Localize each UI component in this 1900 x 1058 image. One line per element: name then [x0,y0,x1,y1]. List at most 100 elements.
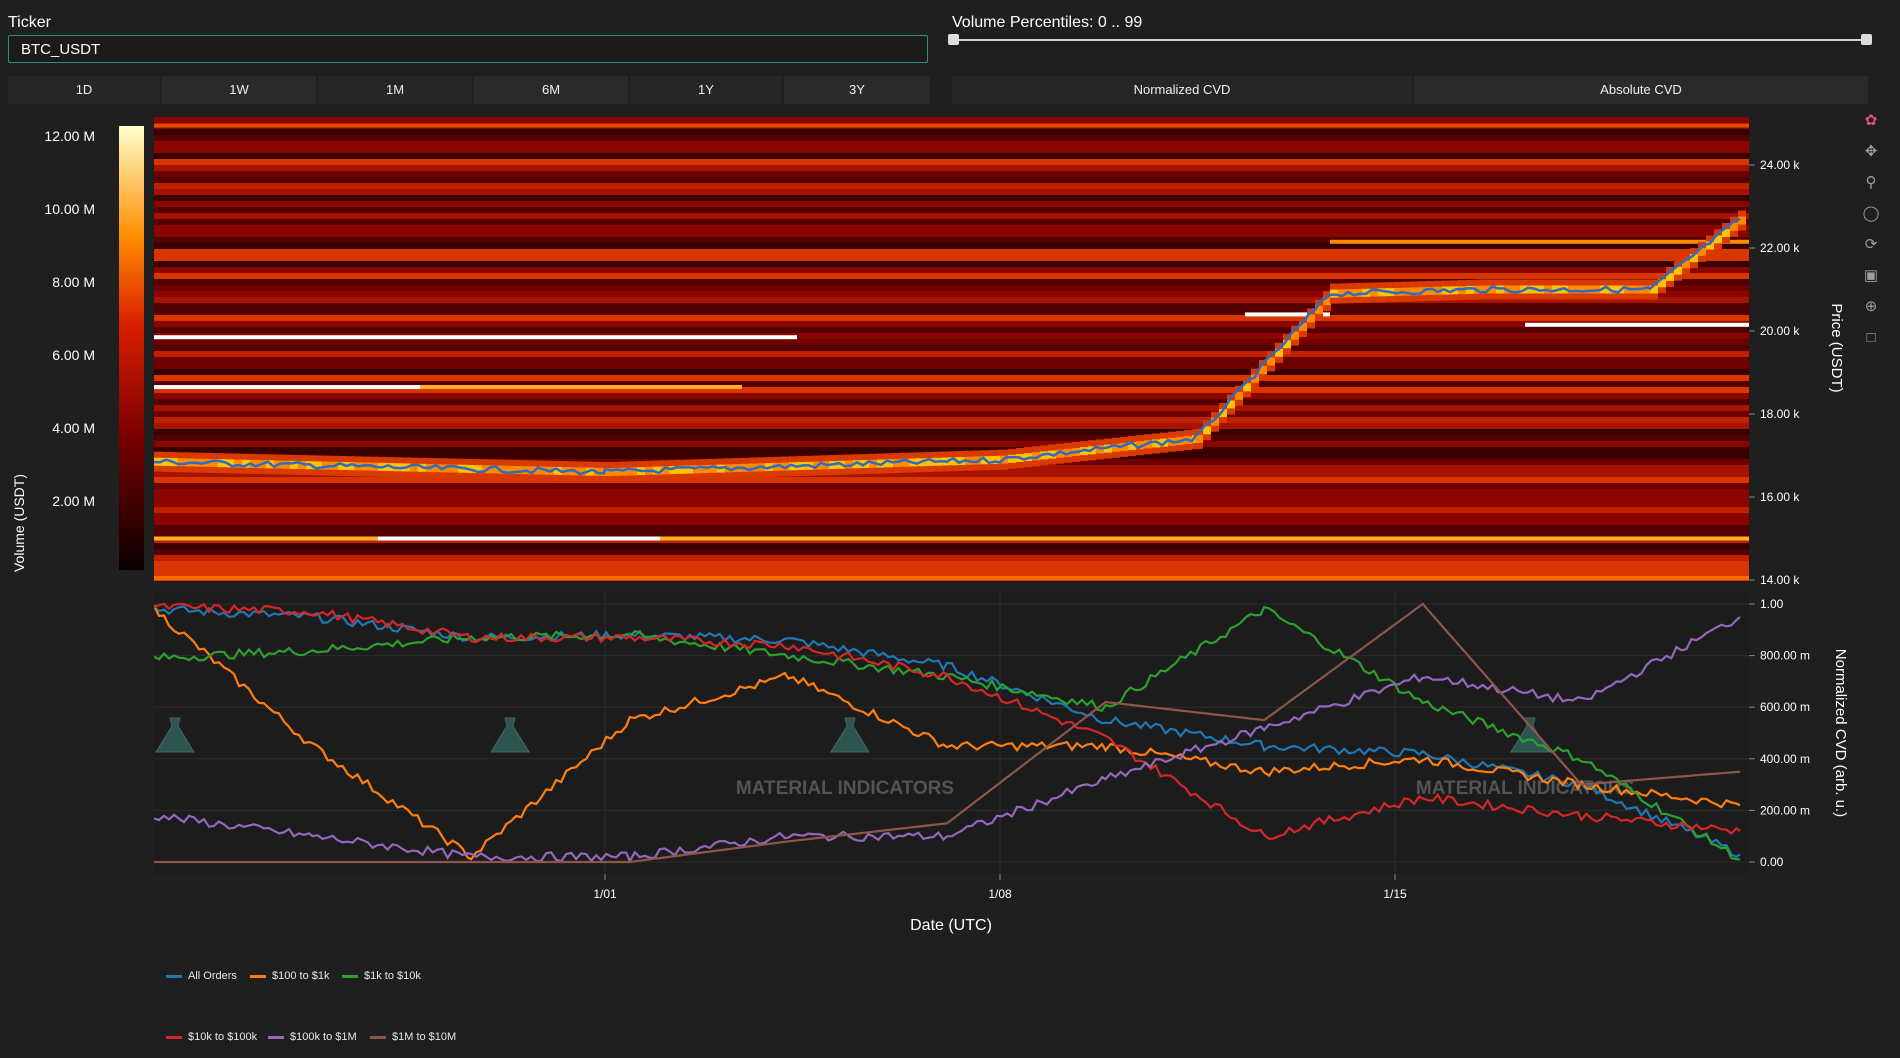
legend-item-100k-to-1m[interactable]: $100k to $1M [268,1031,357,1043]
heatmap-band [154,399,1749,405]
colorbar-tick: 8.00 M [52,274,95,290]
heatmap-band [154,147,1749,153]
legend-label: $100k to $1M [290,1031,357,1043]
legend-label: $100 to $1k [272,970,330,982]
heatmap-band [154,213,1749,219]
liquidity-wall [154,335,797,340]
cvd-x-tick-label: 1/01 [593,887,617,901]
heatmap-band [154,255,1749,261]
liquidity-wall [154,123,1749,128]
legend-item-10k-to-100k[interactable]: $10k to $100k [166,1031,257,1043]
price-axis-ticks: 24.00 k 22.00 k 20.00 k 18.00 k 16.00 k 14.00… [1749,158,1800,587]
price-tick-label: 22.00 k [1760,241,1800,255]
legend-item-1m-to-10m[interactable]: $1M to $10M [370,1031,456,1043]
heatmap-band [154,405,1749,411]
cvd-y-tick-label: 1.00 [1760,597,1784,611]
heatmap-band [154,543,1749,549]
heatmap-band [154,267,1749,273]
heatmap-band [154,165,1749,171]
price-cluster-core [1466,285,1474,294]
crosshair-icon[interactable]: ⊕ [1860,296,1882,318]
cvd-plot-area[interactable] [154,592,1749,874]
heatmap-band [154,321,1749,327]
liquidity-wall [154,385,420,390]
heatmap-band [154,561,1749,567]
heatmap-band [154,483,1749,489]
heatmap-band [154,183,1749,189]
price-tick-label: 24.00 k [1760,158,1800,172]
heatmap-band [154,231,1749,237]
heatmap-band [154,501,1749,507]
plotly-logo-icon[interactable]: ✿ [1860,110,1882,132]
legend-swatch [342,974,358,978]
cvd-x-tick-label: 1/08 [988,887,1012,901]
legend-item-1k-to-10k[interactable]: $1k to $10k [342,970,421,982]
cvd-y-tick-label: 400.00 m [1760,752,1810,766]
heatmap-band [154,495,1749,501]
heatmap-band [154,477,1749,483]
heatmap-band [154,489,1749,495]
heatmap-band [154,171,1749,177]
heatmap-band [154,189,1749,195]
heatmap-band [154,327,1749,333]
heatmap-band [154,303,1749,309]
heatmap-band [154,207,1749,213]
heatmap-band [154,549,1749,555]
heatmap-band [154,225,1749,231]
price-tick-label: 20.00 k [1760,324,1800,338]
liquidity-wall [420,385,742,390]
heatmap-band [154,201,1749,207]
heatmap-band [154,219,1749,225]
x-axis-title: Date (UTC) [910,917,992,934]
heatmap-band [154,195,1749,201]
heatmap-band [154,393,1749,399]
colorbar-tick: 10.00 M [44,201,95,217]
heatmap-band [154,519,1749,525]
heatmap-band [154,363,1749,369]
heatmap-band [154,345,1749,351]
heatmap-band [154,435,1749,441]
reset-icon[interactable]: ⟳ [1860,234,1882,256]
legend-swatch [166,974,182,978]
cvd-y-tick-label: 0.00 [1760,855,1784,869]
cvd-y-tick-label: 200.00 m [1760,803,1810,817]
heatmap-band [154,339,1749,345]
save-icon[interactable]: ▣ [1860,265,1882,287]
colorbar-title: Volume (USDT) [11,474,27,572]
heatmap-band [154,273,1749,279]
legend-label: $10k to $100k [188,1031,258,1043]
select-icon[interactable]: ◯ [1860,203,1882,225]
colorbar-tick: 12.00 M [44,128,95,144]
heatmap-band [154,423,1749,429]
colorbar-tick: 6.00 M [52,347,95,363]
heatmap-band [154,417,1749,423]
hover-icon[interactable]: □ [1860,327,1882,349]
zoom-icon[interactable]: ⚲ [1860,172,1882,194]
plot-modebar: ✿ ✥ ⚲ ◯ ⟳ ▣ ⊕ □ [1860,110,1884,358]
heatmap-band [154,243,1749,249]
price-tick-label: 14.00 k [1760,573,1800,587]
heatmap-band [154,525,1749,531]
price-axis-title: Price (USDT) [1828,303,1845,392]
heatmap-band [154,351,1749,357]
legend-label: $1k to $10k [364,970,421,982]
heatmap-band [154,513,1749,519]
liquidity-wall [1525,322,1749,327]
price-tick-label: 18.00 k [1760,407,1800,421]
heatmap-band [154,411,1749,417]
heatmap-band [154,153,1749,159]
cvd-y-axis-ticks: 1.00 800.00 m 600.00 m 400.00 m 200.00 m 0.00 [1749,597,1810,869]
heatmap-band [154,159,1749,165]
legend-item-all-orders[interactable]: All Orders [166,970,237,982]
heatmap-band [154,129,1749,135]
heatmap-band [154,531,1749,537]
legend-swatch [370,1035,386,1039]
colorbar-tick-labels: 12.00 M 10.00 M 8.00 M 6.00 M 4.00 M 2.00 M [44,128,95,509]
liquidity-wall [1330,239,1749,244]
heatmap-band [154,369,1749,375]
legend-item-100-to-1k[interactable]: $100 to $1k [250,970,330,982]
legend-swatch [166,1035,182,1039]
pan-icon[interactable]: ✥ [1860,141,1882,163]
price-tick-label: 16.00 k [1760,490,1800,504]
colorbar-tick: 4.00 M [52,420,95,436]
